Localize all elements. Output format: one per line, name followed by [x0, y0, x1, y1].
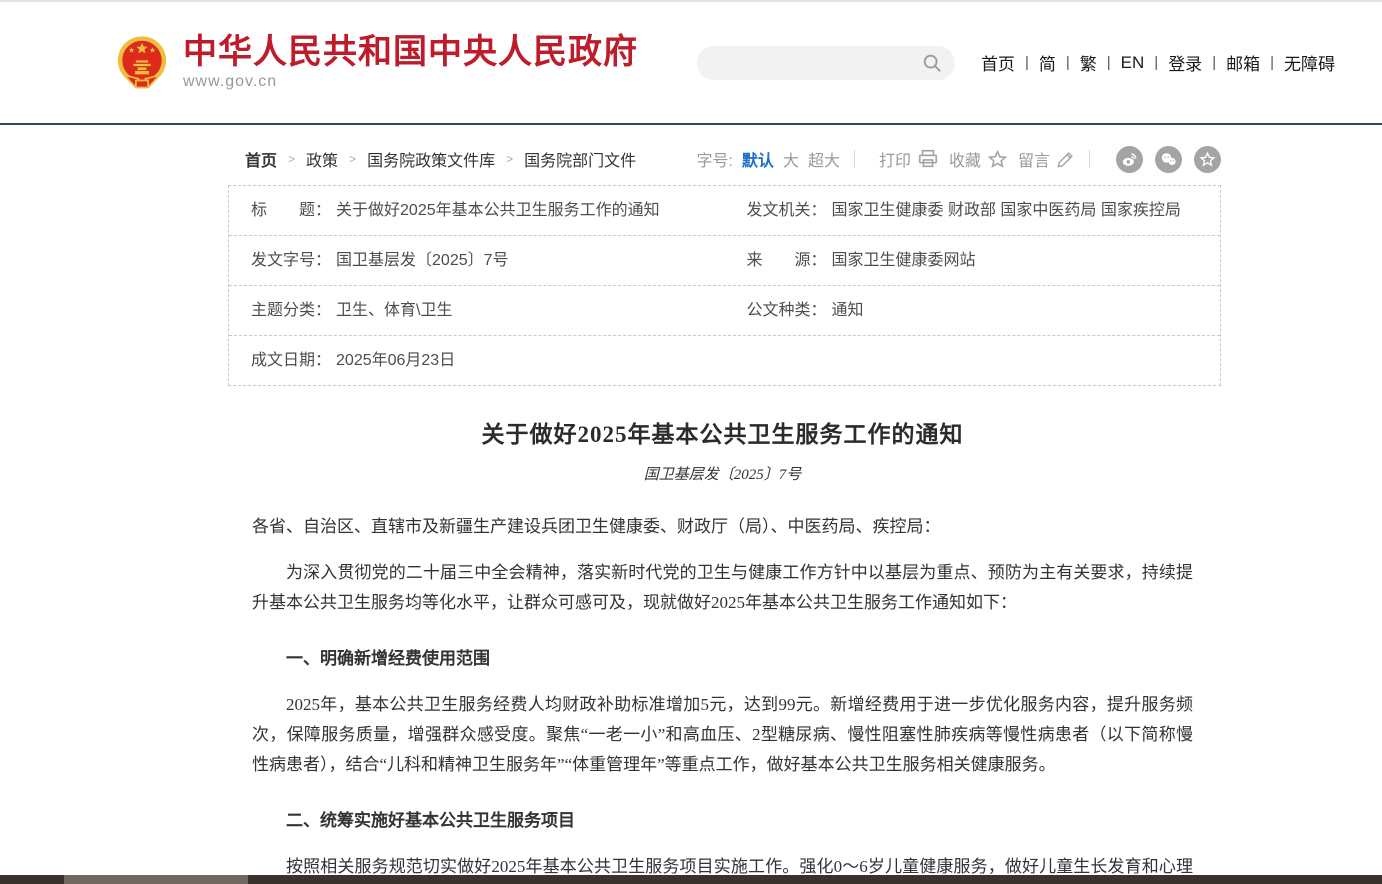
footer-bar	[0, 875, 1382, 884]
breadcrumb-item-1[interactable]: 政策	[306, 147, 338, 171]
page-tools: 字号: 默认大超大 打印 收藏	[696, 146, 1221, 173]
scrollbar-thumb[interactable]	[64, 875, 248, 884]
wechat-icon[interactable]	[1155, 146, 1182, 173]
top-nav: 首页|简|繁|EN|登录|邮箱|无障碍	[971, 50, 1345, 75]
meta-cell: 公文种类： 通知	[725, 286, 1221, 335]
meta-table-row-3: 成文日期： 2025年06月23日	[229, 336, 1220, 385]
top-nav-item-5[interactable]: 邮箱	[1216, 50, 1270, 75]
meta-label: 主题分类：	[251, 301, 331, 320]
meta-label: 发文字号：	[251, 251, 331, 270]
meta-label: 标 题：	[251, 201, 331, 220]
page: 中华人民共和国中央人民政府 www.gov.cn 首页|简|繁|EN|登录|邮箱…	[0, 0, 1382, 884]
top-nav-item-6[interactable]: 无障碍	[1274, 50, 1345, 75]
breadcrumb: 首页 > 政策 > 国务院政策文件库 > 国务院部门文件	[228, 147, 636, 171]
meta-cell: 主题分类： 卫生、体育\卫生	[229, 286, 725, 335]
meta-value: 国卫基层发〔2025〕7号	[336, 251, 509, 270]
meta-table-row-0: 标 题： 关于做好2025年基本公共卫生服务工作的通知 发文机关： 国家卫生健康委 财…	[229, 186, 1220, 236]
meta-cell: 发文机关： 国家卫生健康委 财政部 国家中医药局 国家疾控局	[725, 186, 1221, 235]
document-body: 关于做好2025年基本公共卫生服务工作的通知 国卫基层发〔2025〕7号 各省、…	[228, 415, 1221, 884]
meta-label: 来 源：	[747, 251, 827, 270]
top-nav-item-2[interactable]: 繁	[1070, 50, 1107, 75]
print-label: 打印	[879, 147, 911, 171]
star-share-icon[interactable]	[1194, 146, 1221, 173]
document-meta-table: 标 题： 关于做好2025年基本公共卫生服务工作的通知 发文机关： 国家卫生健康委 财…	[228, 185, 1221, 386]
pencil-icon	[1056, 150, 1075, 169]
body-paragraph: 为深入贯彻党的二十届三中全会精神，落实新时代党的卫生与健康工作方针中以基层为重点…	[252, 558, 1193, 618]
meta-value: 通知	[832, 301, 864, 320]
print-button[interactable]: 打印	[879, 147, 939, 171]
brand-block: 中华人民共和国中央人民政府 www.gov.cn	[183, 34, 638, 91]
font-size-option-0[interactable]: 默认	[742, 153, 774, 170]
top-nav-item-0[interactable]: 首页	[971, 50, 1025, 75]
meta-value: 卫生、体育\卫生	[336, 301, 452, 320]
paragraphs: 各省、自治区、直辖市及新疆生产建设兵团卫生健康委、财政厅（局）、中医药局、疾控局…	[252, 484, 1193, 884]
meta-value: 国家卫生健康委网站	[832, 251, 976, 270]
section-heading: 二、统筹实施好基本公共卫生服务项目	[252, 806, 1193, 836]
breadcrumb-item-0[interactable]: 首页	[245, 147, 277, 171]
meta-value: 国家卫生健康委 财政部 国家中医药局 国家疾控局	[832, 201, 1181, 220]
font-size-label: 字号:	[696, 147, 732, 171]
comment-label: 留言	[1018, 147, 1050, 171]
weibo-icon[interactable]	[1116, 146, 1143, 173]
top-nav-item-1[interactable]: 简	[1029, 50, 1066, 75]
search-icon[interactable]	[921, 52, 943, 74]
meta-table-row-1: 发文字号： 国卫基层发〔2025〕7号 来 源： 国家卫生健康委网站	[229, 236, 1220, 286]
font-size-option-1[interactable]: 大	[783, 153, 799, 170]
meta-table-row-2: 主题分类： 卫生、体育\卫生 公文种类： 通知	[229, 286, 1220, 336]
national-emblem-logo	[114, 34, 170, 92]
meta-label: 成文日期：	[251, 351, 331, 370]
breadcrumb-separator: >	[288, 152, 295, 166]
favorite-label: 收藏	[949, 147, 981, 171]
document-number: 国卫基层发〔2025〕7号	[252, 463, 1193, 484]
meta-value: 关于做好2025年基本公共卫生服务工作的通知	[336, 201, 660, 220]
body-paragraph: 2025年，基本公共卫生服务经费人均财政补助标准增加5元，达到99元。新增经费用…	[252, 690, 1193, 780]
meta-value: 2025年06月23日	[336, 351, 455, 370]
breadcrumb-separator: >	[506, 152, 513, 166]
breadcrumb-item-2[interactable]: 国务院政策文件库	[367, 147, 495, 171]
section-heading: 一、明确新增经费使用范围	[252, 644, 1193, 674]
comment-button[interactable]: 留言	[1018, 147, 1075, 171]
top-nav-item-3[interactable]: EN	[1111, 53, 1155, 73]
meta-cell: 成文日期： 2025年06月23日	[229, 336, 725, 385]
breadcrumb-item-3[interactable]: 国务院部门文件	[524, 147, 636, 171]
meta-label: 发文机关：	[747, 201, 827, 220]
breadcrumb-separator: >	[349, 152, 356, 166]
meta-cell: 标 题： 关于做好2025年基本公共卫生服务工作的通知	[229, 186, 725, 235]
font-size-option-2[interactable]: 超大	[808, 153, 840, 170]
meta-label: 公文种类：	[747, 301, 827, 320]
printer-icon	[917, 148, 939, 170]
header-divider	[0, 123, 1382, 125]
meta-cell: 发文字号： 国卫基层发〔2025〕7号	[229, 236, 725, 285]
tools-divider	[1089, 150, 1090, 168]
search-input[interactable]	[713, 54, 921, 71]
document-title: 关于做好2025年基本公共卫生服务工作的通知	[252, 415, 1193, 449]
site-url: www.gov.cn	[183, 73, 638, 91]
body-paragraph: 各省、自治区、直辖市及新疆生产建设兵团卫生健康委、财政厅（局）、中医药局、疾控局…	[252, 512, 1193, 542]
header-right: 首页|简|繁|EN|登录|邮箱|无障碍	[697, 46, 1345, 80]
meta-cell: 来 源： 国家卫生健康委网站	[725, 236, 1221, 285]
content-column: 首页 > 政策 > 国务院政策文件库 > 国务院部门文件 字号: 默认大超大 打印 收藏	[228, 142, 1221, 884]
site-header: 中华人民共和国中央人民政府 www.gov.cn 首页|简|繁|EN|登录|邮箱…	[0, 2, 1382, 123]
tools-divider	[854, 150, 855, 168]
star-icon	[987, 149, 1008, 170]
site-title: 中华人民共和国中央人民政府	[183, 34, 638, 71]
toolbar-row: 首页 > 政策 > 国务院政策文件库 > 国务院部门文件 字号: 默认大超大 打印 收藏	[228, 142, 1221, 176]
search-box[interactable]	[697, 46, 955, 80]
font-size-options: 默认大超大	[733, 147, 840, 171]
favorite-button[interactable]: 收藏	[949, 147, 1008, 171]
top-nav-item-4[interactable]: 登录	[1158, 50, 1212, 75]
